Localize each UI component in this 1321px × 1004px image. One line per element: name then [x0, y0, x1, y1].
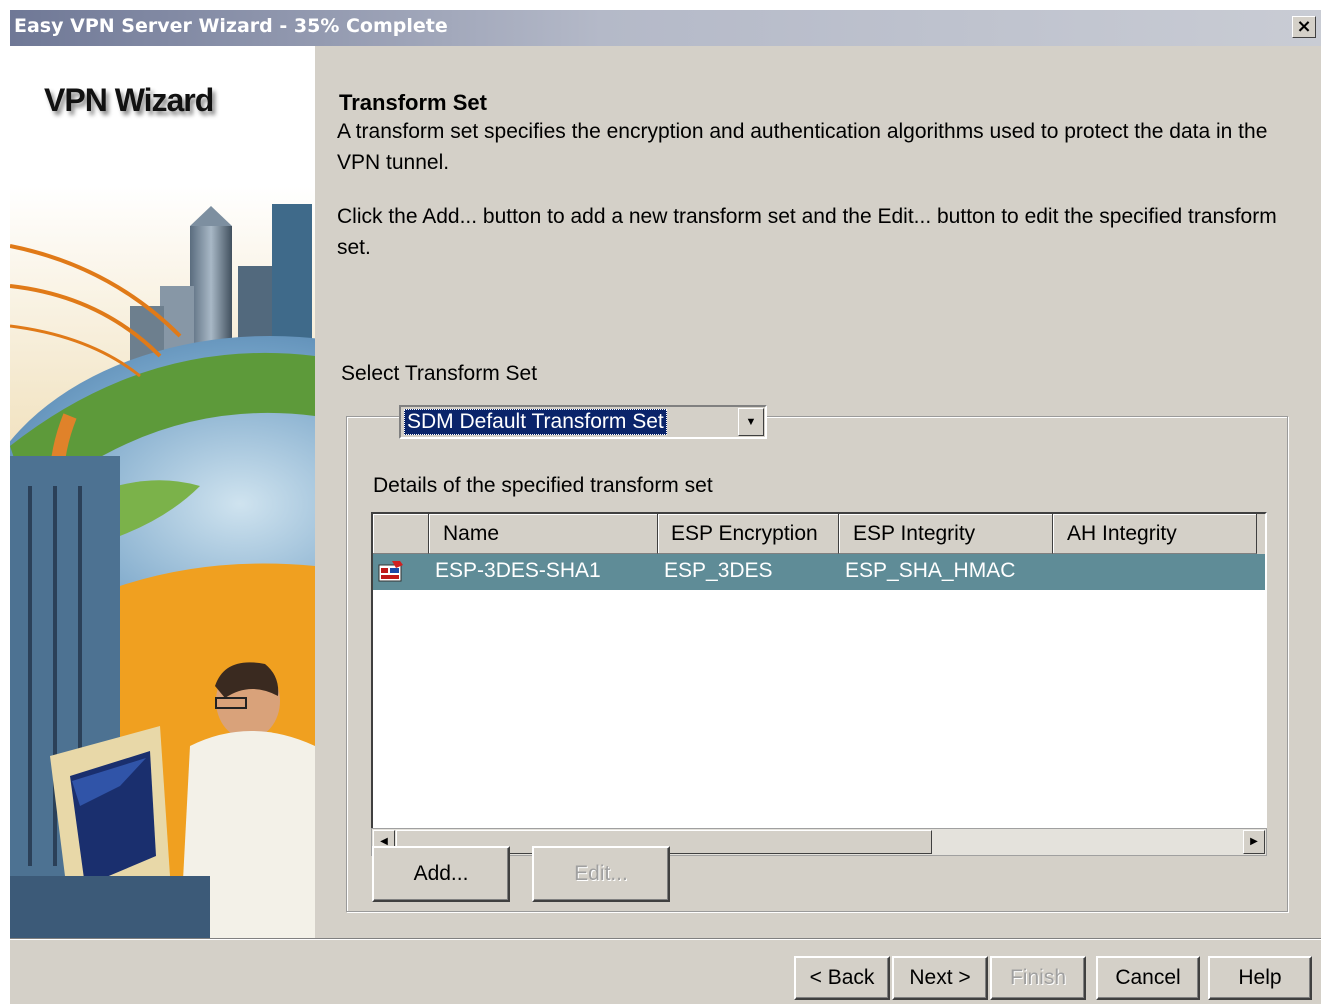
cancel-button[interactable]: Cancel [1096, 956, 1200, 1000]
close-icon: × [1296, 16, 1312, 37]
next-button[interactable]: Next > [892, 956, 988, 1000]
chevron-down-icon[interactable]: ▼ [738, 408, 764, 436]
wizard-content: Transform Set A transform set specifies … [315, 46, 1321, 938]
vpn-wizard-illustration [10, 186, 315, 938]
back-button[interactable]: < Back [794, 956, 890, 1000]
table-row[interactable]: ESP-3DES-SHA1 ESP_3DES ESP_SHA_HMAC [373, 554, 1265, 590]
close-button[interactable]: × [1292, 16, 1316, 38]
instructions-text: Click the Add... button to add a new tra… [337, 205, 1277, 259]
cell-esp-encryption: ESP_3DES [664, 559, 773, 582]
section-title: Transform Set [339, 90, 487, 115]
column-header-esp-encryption[interactable]: ESP Encryption [658, 514, 839, 554]
transform-set-icon [378, 561, 403, 582]
transform-set-table: Name ESP Encryption ESP Integrity AH Int… [371, 512, 1267, 830]
details-label: Details of the specified transform set [373, 474, 713, 497]
cell-esp-integrity: ESP_SHA_HMAC [845, 559, 1016, 582]
side-panel-title: VPN Wizard [44, 82, 214, 118]
transform-set-select[interactable]: SDM Default Transform Set ▼ [399, 405, 767, 439]
edit-button[interactable]: Edit... [532, 846, 670, 902]
column-header-name[interactable]: Name [429, 514, 658, 554]
cell-name: ESP-3DES-SHA1 [435, 559, 601, 582]
finish-button[interactable]: Finish [990, 956, 1086, 1000]
wizard-side-panel: VPN Wizard [10, 46, 315, 938]
column-header-ah-integrity[interactable]: AH Integrity [1053, 514, 1257, 554]
description-text: A transform set specifies the encryption… [337, 120, 1268, 174]
column-header-icon[interactable] [373, 514, 429, 554]
scroll-right-icon[interactable]: ▶ [1243, 830, 1265, 854]
add-button[interactable]: Add... [372, 846, 510, 902]
help-button[interactable]: Help [1208, 956, 1312, 1000]
table-header: Name ESP Encryption ESP Integrity AH Int… [373, 514, 1265, 554]
transform-set-select-value: SDM Default Transform Set [404, 409, 667, 435]
select-transform-set-label: Select Transform Set [341, 362, 538, 385]
column-header-esp-integrity[interactable]: ESP Integrity [839, 514, 1053, 554]
wizard-window: Easy VPN Server Wizard - 35% Complete × … [8, 8, 1321, 1004]
title-bar: Easy VPN Server Wizard - 35% Complete × [10, 10, 1321, 46]
window-title: Easy VPN Server Wizard - 35% Complete [14, 15, 448, 37]
footer-divider [10, 938, 1321, 940]
